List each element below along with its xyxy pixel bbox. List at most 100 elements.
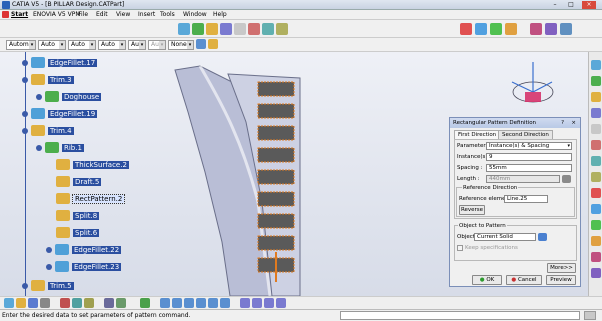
combo-transparency[interactable]: Auto ▾	[38, 40, 66, 50]
help-button[interactable]: ?	[561, 118, 564, 128]
render-icon[interactable]	[530, 23, 542, 35]
hide-show-icon[interactable]	[560, 23, 572, 35]
menu-edit[interactable]: Edit	[96, 11, 108, 18]
tree-item-rectpattern-2[interactable]: RectPattern.2	[56, 192, 126, 205]
print-icon[interactable]	[40, 298, 50, 308]
tree-item-draft-5[interactable]: Draft.5	[56, 175, 102, 188]
maximize-button[interactable]: □	[564, 1, 578, 9]
properties-icon[interactable]	[208, 39, 218, 49]
groove-icon[interactable]	[591, 108, 601, 118]
shaft-icon[interactable]	[591, 92, 601, 102]
fit-all-icon[interactable]	[160, 298, 170, 308]
formula-fx-icon[interactable]	[140, 298, 150, 308]
keep-specifications-checkbox[interactable]	[457, 245, 463, 251]
tree-item-split-8[interactable]: Split.8	[56, 209, 100, 222]
menu-window[interactable]: Window	[183, 11, 207, 18]
combo-color[interactable]: Autom ▾	[6, 40, 36, 50]
rib-icon[interactable]	[591, 140, 601, 150]
tree-item-split-6[interactable]: Split.6	[56, 226, 100, 239]
spacing-field[interactable]: 55mm	[486, 164, 572, 172]
chamfer-icon[interactable]	[591, 188, 601, 198]
draft-icon[interactable]	[591, 204, 601, 214]
pattern-icon[interactable]	[591, 268, 601, 278]
axis-icon[interactable]	[262, 23, 274, 35]
tree-item-edgefillet-23[interactable]: EdgeFillet.23	[46, 260, 122, 273]
point-icon[interactable]	[220, 23, 232, 35]
more-button[interactable]: More>>	[547, 263, 576, 273]
tree-item-edgefillet-17[interactable]: EdgeFillet.17	[22, 56, 98, 69]
cancel-button[interactable]: ● Cancel	[506, 275, 542, 285]
save-icon[interactable]	[28, 298, 38, 308]
tree-item-doghouse[interactable]: Doghouse	[36, 90, 102, 103]
tab-second-direction[interactable]: Second Direction	[498, 130, 553, 139]
dialog-close-button[interactable]: ×	[571, 118, 576, 128]
hide-show-bottom-icon[interactable]	[264, 298, 274, 308]
ok-button[interactable]: ● OK	[472, 275, 502, 285]
tree-item-trim-3[interactable]: Trim.3	[22, 73, 74, 86]
extrude-icon[interactable]	[276, 23, 288, 35]
object-select-icon[interactable]	[538, 233, 547, 241]
fillet-icon[interactable]	[591, 172, 601, 182]
curvature-icon[interactable]	[475, 23, 487, 35]
normal-view-icon[interactable]	[220, 298, 230, 308]
rotate-icon[interactable]	[184, 298, 194, 308]
slot-icon[interactable]	[591, 156, 601, 166]
tree-item-trim-4[interactable]: Trim.4	[22, 124, 74, 137]
reverse-button[interactable]: Reverse	[459, 205, 485, 215]
tree-item-rib-1[interactable]: Rib.1	[36, 141, 84, 154]
measure-icon[interactable]	[192, 23, 204, 35]
zoom-out-icon[interactable]	[208, 298, 218, 308]
combo-rendering[interactable]: Aut ▾	[148, 40, 166, 50]
combo-linetype[interactable]: Auto ▾	[98, 40, 126, 50]
menu-tools[interactable]: Tools	[160, 11, 175, 18]
draft-analysis-icon[interactable]	[490, 23, 502, 35]
parameters-select[interactable]: Instance(s) & Spacing ▾	[486, 142, 572, 150]
compass-icon[interactable]	[511, 62, 554, 103]
shell-icon[interactable]	[591, 220, 601, 230]
tree-item-edgefillet-22[interactable]: EdgeFillet.22	[46, 243, 122, 256]
menu-file[interactable]: File	[78, 11, 88, 18]
tree-item-thicksurface-2[interactable]: ThickSurface.2	[56, 158, 129, 171]
hole-icon[interactable]	[591, 124, 601, 134]
redo-icon[interactable]	[116, 298, 126, 308]
command-input[interactable]	[340, 311, 580, 320]
open-icon[interactable]	[16, 298, 26, 308]
close-button[interactable]: ×	[582, 1, 596, 9]
menu-view[interactable]: View	[116, 11, 130, 18]
combo-pointstyle[interactable]: Aut ▾	[128, 40, 146, 50]
instances-field[interactable]: 9	[486, 153, 572, 161]
new-icon[interactable]	[4, 298, 14, 308]
command-button[interactable]	[584, 311, 596, 320]
menu-enovia[interactable]: ENOVIA V5 VPM	[33, 11, 81, 18]
pad-icon[interactable]	[591, 60, 601, 70]
object-field[interactable]: Current Solid	[474, 233, 536, 241]
sketch-icon[interactable]	[206, 23, 218, 35]
preview-button[interactable]: Preview	[546, 275, 576, 285]
undo-icon[interactable]	[104, 298, 114, 308]
thickness-icon[interactable]	[591, 236, 601, 246]
formula-icon[interactable]	[562, 175, 571, 183]
snap-icon[interactable]	[178, 23, 190, 35]
format-painter-icon[interactable]	[196, 39, 206, 49]
copy-icon[interactable]	[72, 298, 82, 308]
connect-icon[interactable]	[505, 23, 517, 35]
pan-icon[interactable]	[172, 298, 182, 308]
shading-icon[interactable]	[252, 298, 262, 308]
line-icon[interactable]	[234, 23, 246, 35]
tab-first-direction[interactable]: First Direction	[454, 130, 501, 139]
analysis-icon[interactable]	[460, 23, 472, 35]
mirror-icon[interactable]	[591, 252, 601, 262]
combo-layer[interactable]: None ▾	[168, 40, 194, 50]
tree-item-trim-5[interactable]: Trim.5	[22, 279, 74, 292]
cut-icon[interactable]	[60, 298, 70, 308]
swap-space-icon[interactable]	[276, 298, 286, 308]
pocket-icon[interactable]	[591, 76, 601, 86]
zoom-in-icon[interactable]	[196, 298, 206, 308]
menu-help[interactable]: Help	[213, 11, 227, 18]
iso-view-icon[interactable]	[240, 298, 250, 308]
plane-icon[interactable]	[248, 23, 260, 35]
combo-linewidth[interactable]: Auto ▾	[68, 40, 96, 50]
reference-element-field[interactable]: Line.25	[504, 195, 548, 203]
minimize-button[interactable]: –	[548, 1, 562, 9]
material-icon[interactable]	[545, 23, 557, 35]
